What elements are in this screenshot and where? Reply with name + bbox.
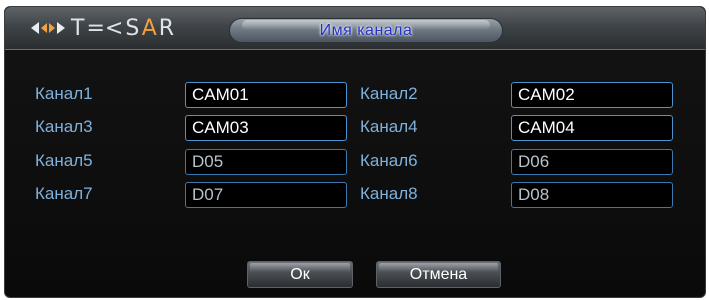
cancel-button-label: Отмена xyxy=(409,266,468,283)
channel-3-label: Канал3 xyxy=(35,117,93,136)
channel-1-label: Канал1 xyxy=(35,84,93,103)
channel-6-name-input[interactable]: D06 xyxy=(511,149,673,175)
channel-8-label: Канал8 xyxy=(360,184,418,203)
channel-7-label: Канал7 xyxy=(35,184,93,203)
channel-4-label: Канал4 xyxy=(360,117,418,136)
channel-grid: Канал1 CAM01 Канал2 CAM02 Канал3 CAM03 К… xyxy=(5,7,705,297)
channel-3-name-input[interactable]: CAM03 xyxy=(185,115,347,141)
channel-5-name-input[interactable]: D05 xyxy=(185,149,347,175)
channel-1-name-input[interactable]: CAM01 xyxy=(185,82,347,108)
channel-name-dialog: T=<SAR Имя канала Канал1 CAM01 Канал2 CA… xyxy=(4,6,706,298)
ok-button-label: Ок xyxy=(290,266,310,283)
channel-2-name-input[interactable]: CAM02 xyxy=(511,82,673,108)
cancel-button[interactable]: Отмена xyxy=(376,261,501,288)
ok-button[interactable]: Ок xyxy=(247,261,353,288)
channel-7-name-input[interactable]: D07 xyxy=(185,182,347,208)
channel-4-name-input[interactable]: CAM04 xyxy=(511,115,673,141)
channel-8-name-input[interactable]: D08 xyxy=(511,182,673,208)
channel-6-label: Канал6 xyxy=(360,151,418,170)
channel-2-label: Канал2 xyxy=(360,84,418,103)
channel-5-label: Канал5 xyxy=(35,151,93,170)
